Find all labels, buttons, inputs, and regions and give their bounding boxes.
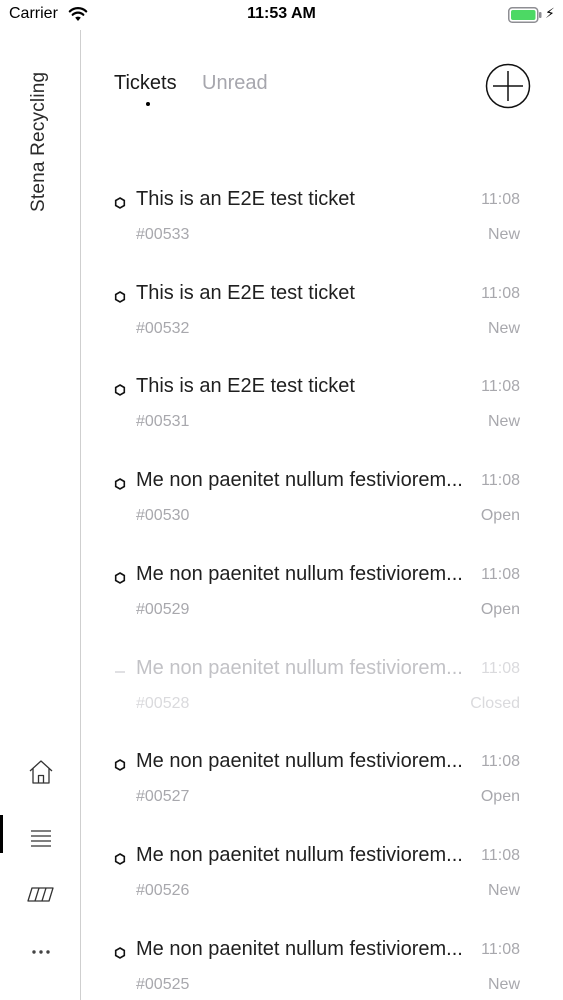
closed-dash-icon xyxy=(115,671,125,673)
ticket-number: #00526 xyxy=(136,882,190,899)
ticket-status: New xyxy=(487,226,520,243)
ticket-number: #00525 xyxy=(136,976,190,993)
ticket-number: #00531 xyxy=(136,413,190,430)
add-ticket-button[interactable] xyxy=(485,63,531,109)
ticket-number: #00527 xyxy=(136,788,190,805)
sidebar: Stena Recycling xyxy=(0,30,81,1000)
ticket-title: Me non paenitet nullum festiviorem... xyxy=(136,844,463,866)
ticket-time: 11:08 xyxy=(481,191,520,208)
ticket-title: This is an E2E test ticket xyxy=(136,282,355,304)
charging-icon: ⚡︎ xyxy=(545,5,555,21)
hexagon-status-icon xyxy=(114,384,126,396)
ticket-status: Open xyxy=(480,601,520,618)
hexagon-status-icon xyxy=(114,291,126,303)
ticket-row[interactable]: Me non paenitet nullum festiviorem... 11:… xyxy=(110,750,535,830)
hexagon-status-icon xyxy=(114,947,126,959)
hexagon-status-icon xyxy=(114,759,126,771)
ticket-time: 11:08 xyxy=(481,847,520,864)
ticket-row[interactable]: Me non paenitet nullum festiviorem... 11:… xyxy=(110,469,535,549)
ticket-status: Open xyxy=(480,507,520,524)
ticket-title: Me non paenitet nullum festiviorem... xyxy=(136,469,463,491)
hexagon-status-icon xyxy=(114,853,126,865)
ticket-time: 11:08 xyxy=(481,753,520,770)
ticket-row[interactable]: Me non paenitet nullum festiviorem... 11:… xyxy=(110,938,535,1000)
containers-icon[interactable] xyxy=(24,877,58,911)
ticket-title: Me non paenitet nullum festiviorem... xyxy=(136,657,463,679)
ticket-status: New xyxy=(487,413,520,430)
ticket-title: Me non paenitet nullum festiviorem... xyxy=(136,563,463,585)
ticket-status: New xyxy=(487,882,520,899)
ticket-time: 11:08 xyxy=(481,472,520,489)
ticket-row[interactable]: This is an E2E test ticket 11:08 #00531 New xyxy=(110,375,535,455)
ticket-time: 11:08 xyxy=(481,378,520,395)
battery-icon xyxy=(508,7,542,23)
ticket-title: Me non paenitet nullum festiviorem... xyxy=(136,750,463,772)
active-tab-indicator xyxy=(146,102,150,106)
ticket-row[interactable]: Me non paenitet nullum festiviorem... 11:… xyxy=(110,844,535,924)
hexagon-status-icon xyxy=(114,478,126,490)
ticket-title: Me non paenitet nullum festiviorem... xyxy=(136,938,463,960)
ticket-title: This is an E2E test ticket xyxy=(136,375,355,397)
ticket-status: Closed xyxy=(470,695,520,712)
ticket-status: Open xyxy=(480,788,520,805)
ticket-row[interactable]: This is an E2E test ticket 11:08 #00532 New xyxy=(110,282,535,362)
brand-name: Stena Recycling xyxy=(28,71,49,212)
list-icon[interactable] xyxy=(24,821,58,855)
ticket-number: #00530 xyxy=(136,507,190,524)
active-nav-indicator xyxy=(0,815,3,853)
tab-unread[interactable]: Unread xyxy=(202,72,268,95)
ticket-time: 11:08 xyxy=(481,285,520,302)
hexagon-status-icon xyxy=(114,572,126,584)
ticket-status: New xyxy=(487,320,520,337)
status-time: 11:53 AM xyxy=(247,5,316,22)
ticket-time: 11:08 xyxy=(481,660,520,677)
ticket-number: #00532 xyxy=(136,320,190,337)
ticket-number: #00529 xyxy=(136,601,190,618)
ticket-row[interactable]: This is an E2E test ticket 11:08 #00533 New xyxy=(110,188,535,268)
ticket-status: New xyxy=(487,976,520,993)
hexagon-status-icon xyxy=(114,197,126,209)
ticket-number: #00533 xyxy=(136,226,190,243)
more-icon[interactable] xyxy=(24,935,58,969)
ticket-number: #00528 xyxy=(136,695,190,712)
ticket-time: 11:08 xyxy=(481,566,520,583)
ticket-time: 11:08 xyxy=(481,941,520,958)
plus-circle-icon xyxy=(485,63,531,109)
ticket-row[interactable]: Me non paenitet nullum festiviorem... 11:… xyxy=(110,657,535,737)
ticket-row[interactable]: Me non paenitet nullum festiviorem... 11:… xyxy=(110,563,535,643)
ticket-title: This is an E2E test ticket xyxy=(136,188,355,210)
status-bar: Carrier 11:53 AM ⚡︎ xyxy=(0,0,563,30)
tab-tickets[interactable]: Tickets xyxy=(114,72,177,95)
home-icon[interactable] xyxy=(24,755,58,789)
